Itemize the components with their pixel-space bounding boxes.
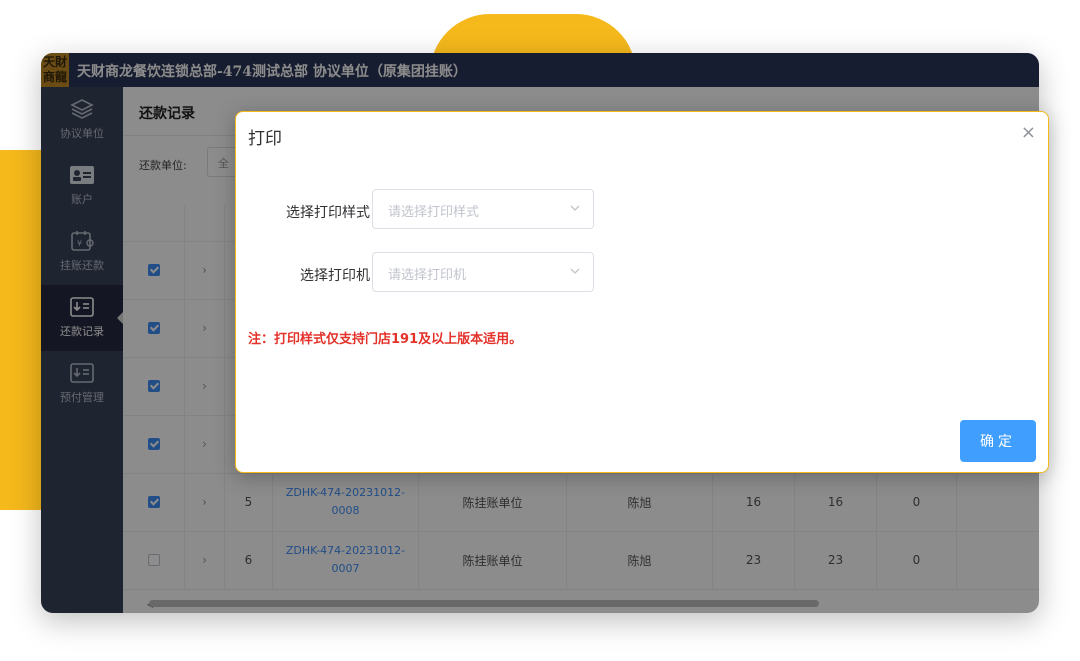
close-icon[interactable]: × — [1021, 122, 1036, 143]
chevron-down-icon — [570, 268, 580, 274]
print-style-select[interactable]: 请选择打印样式 — [372, 189, 594, 229]
printer-select[interactable]: 请选择打印机 — [372, 252, 594, 292]
print-dialog: 打印 × 选择打印样式 请选择打印样式 选择打印机 请选择打印机 注：打印样式仅… — [235, 111, 1049, 473]
version-note: 注：打印样式仅支持门店191及以上版本适用。 — [248, 332, 523, 347]
confirm-button[interactable]: 确定 — [960, 420, 1036, 462]
printer-placeholder: 请选择打印机 — [388, 268, 467, 283]
chevron-down-icon — [570, 205, 580, 211]
dialog-title: 打印 — [248, 129, 282, 149]
print-style-placeholder: 请选择打印样式 — [388, 205, 480, 220]
printer-label: 选择打印机 — [300, 268, 370, 284]
print-style-label: 选择打印样式 — [286, 205, 370, 221]
